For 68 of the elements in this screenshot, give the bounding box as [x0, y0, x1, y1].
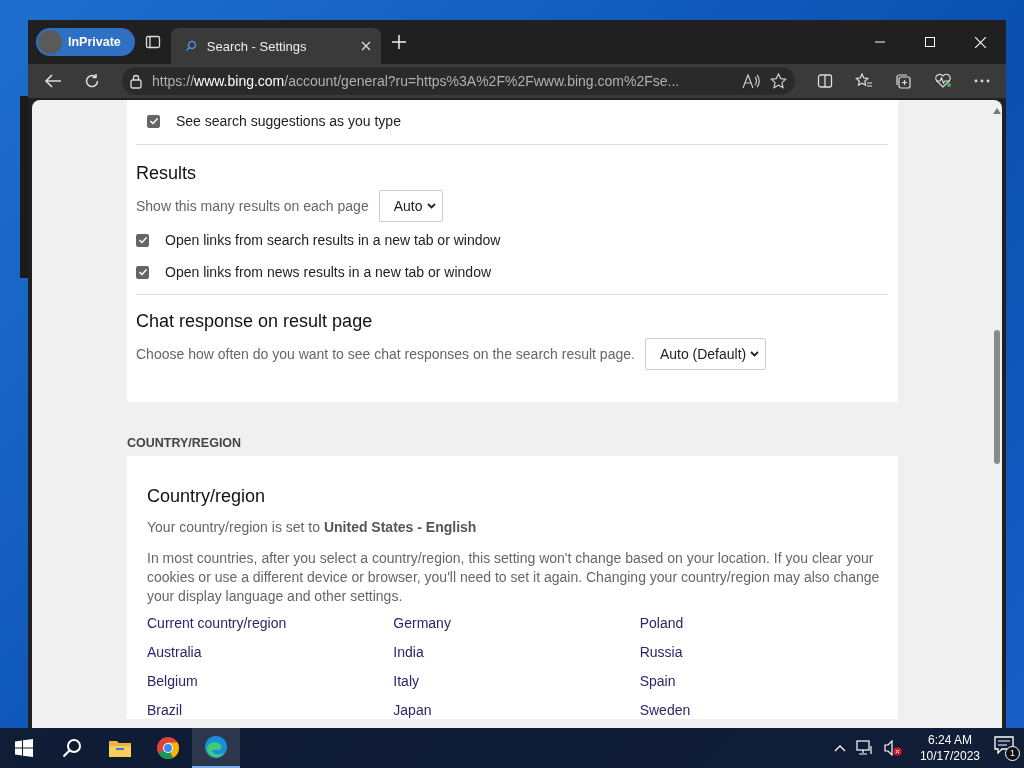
scrollbar-thumb[interactable]: [994, 330, 1000, 464]
section-title: Results: [136, 163, 198, 184]
tab-title: Search - Settings: [206, 38, 308, 54]
section-heading: COUNTRY/REGION: [127, 435, 243, 452]
chevron-down-icon: [750, 351, 760, 357]
chrome-logo-icon: [156, 736, 180, 760]
avatar: [38, 30, 62, 54]
refresh-icon[interactable]: [84, 73, 100, 89]
address-bar[interactable]: https://www.bing.com/account/general?ru=https%3A%2F%2Fwww.bing.com%2Fse...: [122, 67, 795, 95]
country-link[interactable]: Australia: [147, 643, 202, 661]
close-icon[interactable]: [975, 36, 986, 48]
favorites-icon[interactable]: [855, 73, 873, 89]
checkbox[interactable]: [147, 114, 160, 128]
tab-actions-icon[interactable]: [144, 34, 161, 50]
new-tab-icon[interactable]: [390, 34, 407, 50]
notification-count: 1: [1005, 746, 1020, 761]
checkbox[interactable]: [136, 265, 149, 279]
chevron-up-icon[interactable]: [833, 744, 846, 752]
notifications-button[interactable]: 1: [994, 736, 1018, 760]
country-link[interactable]: Poland: [639, 614, 684, 632]
clock-time[interactable]: 6:24 AM: [919, 732, 980, 748]
heart-pulse-icon[interactable]: [934, 73, 952, 89]
lock-icon: [130, 73, 142, 89]
profile-button[interactable]: InPrivate: [36, 28, 135, 56]
maximize-icon[interactable]: [925, 36, 935, 47]
dropdown[interactable]: Auto: [378, 190, 443, 222]
edge-button[interactable]: [192, 728, 240, 768]
more-icon[interactable]: [974, 79, 990, 83]
collections-icon[interactable]: [895, 72, 912, 90]
split-screen-icon[interactable]: [817, 73, 833, 89]
chevron-down-icon: [426, 203, 436, 209]
checkbox-label: Open links from news results in a new tab or window: [165, 264, 492, 280]
message-icon: [994, 736, 1014, 754]
edge-logo-icon: [204, 735, 228, 759]
setting-label: Show this many results on each page: [136, 198, 369, 214]
clock-date[interactable]: 10/17/2023: [919, 748, 980, 764]
country-link[interactable]: Russia: [639, 643, 683, 661]
country-link[interactable]: Italy: [393, 672, 419, 690]
country-link[interactable]: Belgium: [147, 672, 198, 690]
search-icon: [184, 40, 197, 52]
network-icon[interactable]: [855, 740, 874, 756]
card-title: Country/region: [147, 486, 267, 507]
checkbox-label: See search suggestions as you type: [176, 113, 401, 129]
back-arrow-icon[interactable]: [44, 73, 62, 89]
scroll-up-icon[interactable]: [993, 108, 1001, 114]
country-link[interactable]: Japan: [393, 701, 432, 719]
read-aloud-icon[interactable]: [742, 73, 760, 89]
folder-icon: [109, 739, 131, 757]
browser-tab[interactable]: Search - Settings: [170, 28, 381, 64]
url-text: https://www.bing.com/account/general?ru=https%3A%2F%2Fwww.bing.com%2Fse...: [152, 73, 681, 89]
checkbox[interactable]: [136, 233, 149, 247]
checkbox-label: Open links from search results in a new tab or window: [165, 232, 501, 248]
dropdown[interactable]: Auto (Default): [644, 338, 767, 370]
setting-description: Choose how often do you want to see chat responses on the search result page.: [136, 346, 635, 362]
country-link[interactable]: Germany: [393, 614, 451, 632]
windows-logo-icon: [15, 739, 33, 757]
country-link[interactable]: Spain: [639, 672, 676, 690]
muted-speaker-icon[interactable]: [883, 740, 902, 756]
close-tab-icon[interactable]: [360, 41, 371, 51]
star-icon[interactable]: [770, 73, 787, 89]
region-note: In most countries, after you select a country/region, this setting won't change based on your location. If you clear your cookies or use a different device or browser, you'll need to set it again. Changing your country/region may also change your display language and other settings.: [147, 549, 881, 606]
country-link[interactable]: India: [393, 643, 424, 661]
country-link[interactable]: Current country/region: [147, 614, 287, 632]
section-title: Chat response on result page: [136, 311, 374, 332]
search-icon: [62, 738, 82, 758]
country-link[interactable]: Sweden: [639, 701, 691, 719]
country-link[interactable]: Brazil: [147, 701, 182, 719]
current-region-text: Your country/region is set to United States - English: [147, 519, 478, 535]
